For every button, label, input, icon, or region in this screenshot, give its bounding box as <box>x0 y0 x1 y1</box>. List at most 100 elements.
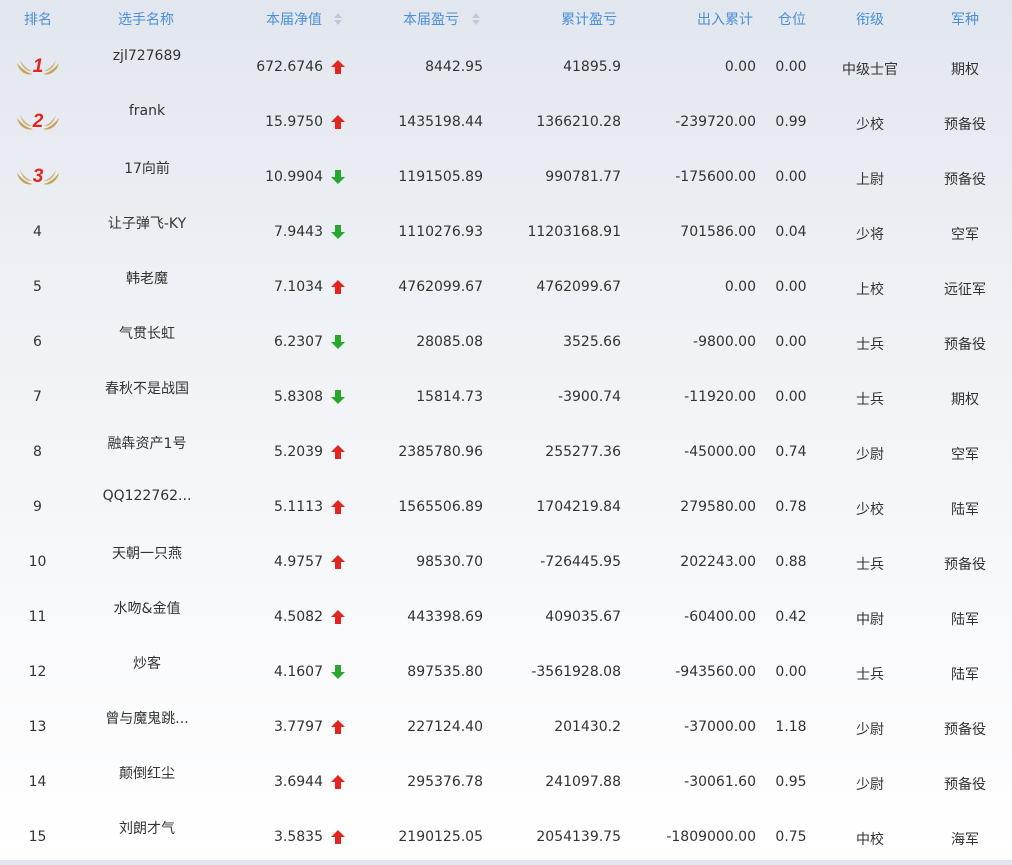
table-row[interactable]: 4 让子弹飞-KY 7.9443 1110276.93 11203168.91 70158… <box>0 205 1012 260</box>
branch: 陆军 <box>951 502 979 518</box>
table-row[interactable]: 2 frank 15.9750 1435198.44 1366210.28 -239720… <box>0 95 1012 150</box>
table-row[interactable]: 13 曾与魔鬼跳... 3.7797 227124.40 201430.2 -37000.… <box>0 700 1012 755</box>
in-out-total: -1809000.00 <box>666 829 756 845</box>
table-row[interactable]: 6 气贯长虹 6.2307 28085.08 3525.66 -9800.00 0.00 士兵… <box>0 315 1012 370</box>
net-value: 10.9904 <box>265 169 323 185</box>
arrow-down-icon <box>331 665 345 681</box>
table-row[interactable]: 1 zjl727689 672.6746 8442.95 41895.9 0.00 0.00… <box>0 40 1012 95</box>
in-out-total: 701586.00 <box>680 224 756 240</box>
arrow-up-icon <box>331 115 345 131</box>
position-ratio: 0.75 <box>775 829 807 845</box>
accumulated-pnl: 990781.77 <box>545 169 621 185</box>
position-ratio: 0.95 <box>775 774 807 790</box>
rank-number: 4 <box>33 224 42 240</box>
player-name-link[interactable]: 气贯长虹 <box>80 323 214 343</box>
current-pnl: 15814.73 <box>416 389 483 405</box>
header-title[interactable]: 衔级 <box>856 10 884 30</box>
player-name-link[interactable]: 天朝一只燕 <box>80 543 214 563</box>
player-name-link[interactable]: QQ122762... <box>80 488 214 504</box>
table-row[interactable]: 11 水吻&金值 4.5082 443398.69 409035.67 -60400.00… <box>0 590 1012 645</box>
military-title: 少校 <box>856 502 884 518</box>
table-row[interactable]: 3 17向前 10.9904 1191505.89 990781.77 -175600.0… <box>0 150 1012 205</box>
arrow-down-icon <box>331 170 345 186</box>
military-title: 中校 <box>856 832 884 848</box>
sort-icon[interactable] <box>472 13 480 27</box>
arrow-down-icon <box>331 335 345 351</box>
table-row[interactable]: 12 炒客 4.1607 897535.80 -3561928.08 -943560.00… <box>0 645 1012 700</box>
in-out-total: -45000.00 <box>684 444 756 460</box>
accumulated-pnl: -3561928.08 <box>531 664 621 680</box>
military-title: 少尉 <box>856 777 884 793</box>
military-title: 士兵 <box>856 392 884 408</box>
table-row[interactable]: 15 刘朗才气 3.5835 2190125.05 2054139.75 -1809000… <box>0 810 1012 865</box>
net-value: 4.1607 <box>274 664 323 680</box>
position-ratio: 0.00 <box>775 664 807 680</box>
in-out-total: 0.00 <box>724 279 756 295</box>
in-out-total: -30061.60 <box>684 774 756 790</box>
player-name-link[interactable]: 韩老魔 <box>80 268 214 288</box>
branch: 预备役 <box>944 722 986 738</box>
player-name-link[interactable]: 刘朗才气 <box>80 818 214 838</box>
table-row[interactable]: 8 融犇资产1号 5.2039 2385780.96 255277.36 -45000.0… <box>0 425 1012 480</box>
current-pnl: 2385780.96 <box>398 444 483 460</box>
net-value: 5.1113 <box>274 499 323 515</box>
rank-number: 15 <box>28 829 47 845</box>
position-ratio: 0.00 <box>775 334 807 350</box>
player-name-link[interactable]: 水吻&金值 <box>80 598 214 618</box>
table-row[interactable]: 9 QQ122762... 5.1113 1565506.89 1704219.84 27… <box>0 480 1012 535</box>
player-name-link[interactable]: 让子弹飞-KY <box>80 213 214 233</box>
current-pnl: 28085.08 <box>416 334 483 350</box>
player-name-link[interactable]: 炒客 <box>80 653 214 673</box>
table-row[interactable]: 10 天朝一只燕 4.9757 98530.70 -726445.95 202243.00… <box>0 535 1012 590</box>
table-row[interactable]: 7 春秋不是战国 5.8308 15814.73 -3900.74 -11920.00 0.… <box>0 370 1012 425</box>
player-name-link[interactable]: 曾与魔鬼跳... <box>80 708 214 728</box>
net-value: 4.5082 <box>274 609 323 625</box>
rank-number: 10 <box>28 554 47 570</box>
position-ratio: 0.74 <box>775 444 807 460</box>
in-out-total: 279580.00 <box>680 499 756 515</box>
player-name-link[interactable]: 颠倒红尘 <box>80 763 214 783</box>
military-title: 士兵 <box>856 337 884 353</box>
accumulated-pnl: 255277.36 <box>545 444 621 460</box>
rank-number: 9 <box>33 499 42 515</box>
military-title: 上尉 <box>856 172 884 188</box>
accumulated-pnl: 4762099.67 <box>536 279 621 295</box>
branch: 预备役 <box>944 172 986 188</box>
player-name-link[interactable]: 融犇资产1号 <box>80 433 214 453</box>
military-title: 中级士官 <box>842 62 898 78</box>
arrow-up-icon <box>331 775 345 791</box>
in-out-total: -239720.00 <box>675 114 756 130</box>
header-branch[interactable]: 军种 <box>951 10 979 30</box>
branch: 预备役 <box>944 337 986 353</box>
branch: 预备役 <box>944 117 986 133</box>
rank-number: 11 <box>28 609 47 625</box>
military-title: 中尉 <box>856 612 884 628</box>
sort-icon[interactable] <box>334 13 342 27</box>
player-name-link[interactable]: zjl727689 <box>80 48 214 64</box>
net-value: 15.9750 <box>265 114 323 130</box>
table-row[interactable]: 14 颠倒红尘 3.6944 295376.78 241097.88 -30061.60 0… <box>0 755 1012 810</box>
branch: 海军 <box>951 832 979 848</box>
position-ratio: 0.04 <box>775 224 807 240</box>
player-name-link[interactable]: frank <box>80 103 214 119</box>
current-pnl: 8442.95 <box>425 59 483 75</box>
header-position[interactable]: 仓位 <box>778 10 806 30</box>
header-accumulated-pnl[interactable]: 累计盈亏 <box>561 10 617 30</box>
header-current-pnl[interactable]: 本届盈亏 <box>403 10 459 30</box>
header-net-value[interactable]: 本届净值 <box>266 10 322 30</box>
arrow-up-icon <box>331 500 345 516</box>
header-player-name[interactable]: 选手名称 <box>118 10 174 30</box>
leaderboard-table: 排名 选手名称 本届净值 本届盈亏 累计盈亏 出入累计 仓位 衔级 军种 1 zj… <box>0 0 1012 860</box>
branch: 预备役 <box>944 557 986 573</box>
player-name-link[interactable]: 春秋不是战国 <box>80 378 214 398</box>
accumulated-pnl: 41895.9 <box>563 59 621 75</box>
table-row[interactable]: 5 韩老魔 7.1034 4762099.67 4762099.67 0.00 0.00 上校… <box>0 260 1012 315</box>
header-in-out[interactable]: 出入累计 <box>697 10 753 30</box>
in-out-total: -11920.00 <box>684 389 756 405</box>
rank-medal-icon: 1 <box>15 52 61 78</box>
header-rank[interactable]: 排名 <box>24 10 52 30</box>
position-ratio: 0.88 <box>775 554 807 570</box>
rank-number: 7 <box>33 389 42 405</box>
player-name-link[interactable]: 17向前 <box>80 158 214 178</box>
military-title: 少尉 <box>856 447 884 463</box>
